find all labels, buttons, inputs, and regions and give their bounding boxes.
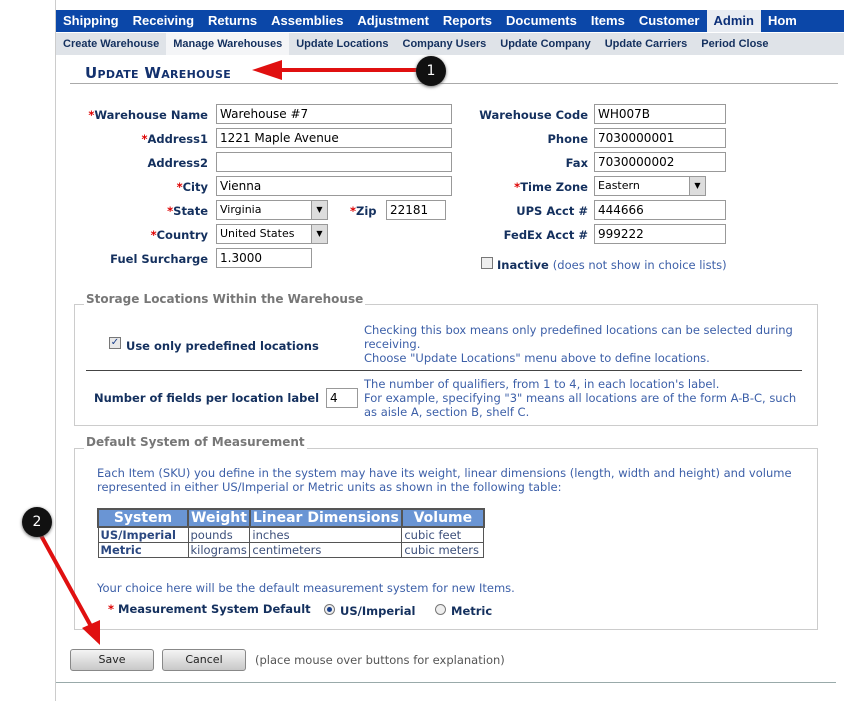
arrow-icon	[36, 60, 420, 645]
annotation-badge-2: 2	[22, 507, 52, 537]
annotation-badge-1: 1	[416, 56, 446, 86]
annotation-arrows	[36, 60, 420, 645]
